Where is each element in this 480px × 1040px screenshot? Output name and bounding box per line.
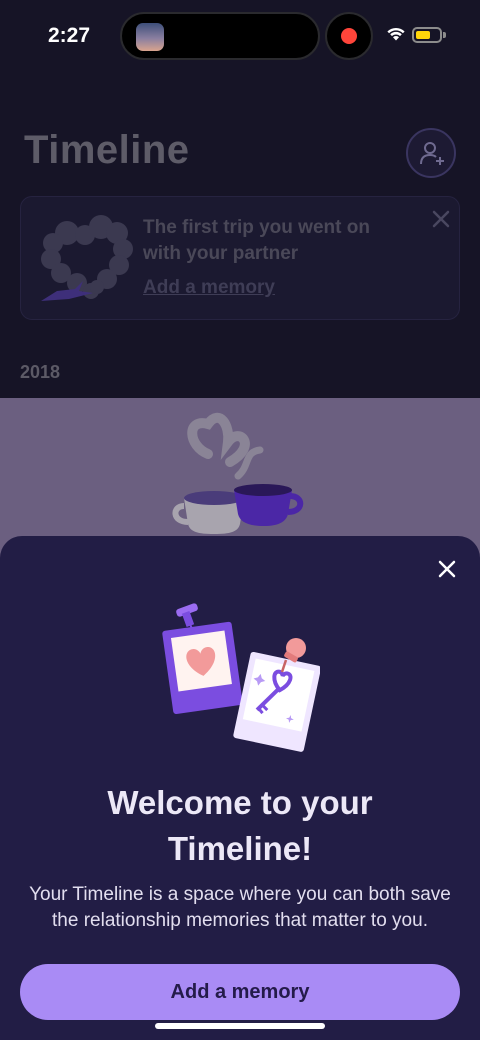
prompt-text: The first trip you went on with your par… xyxy=(143,217,370,264)
coffee-cup-grey xyxy=(172,491,244,534)
heart-smoke-icon xyxy=(41,215,133,301)
polaroid-key-icon xyxy=(233,651,320,752)
sheet-description: Your Timeline is a space where you can b… xyxy=(29,884,451,931)
year-label: 2018 xyxy=(20,362,61,382)
memory-prompt-card[interactable]: The first trip you went on with your par… xyxy=(20,196,460,320)
memory-photo[interactable] xyxy=(0,398,480,558)
screen-record-indicator[interactable] xyxy=(325,12,373,60)
status-time: 2:27 xyxy=(48,24,91,47)
polaroid-heart-icon xyxy=(162,621,243,714)
battery-icon xyxy=(412,27,442,43)
home-indicator[interactable] xyxy=(155,1023,325,1029)
status-bar: 2:27 xyxy=(0,0,480,72)
battery-level xyxy=(416,31,430,39)
add-memory-button[interactable]: Add a memory xyxy=(20,964,460,1020)
wifi-icon xyxy=(387,27,405,41)
sheet-title: Welcome to your Timeline! xyxy=(107,784,373,867)
polaroids-illustration xyxy=(162,603,320,752)
add-memory-link[interactable]: Add a memory xyxy=(143,277,275,299)
page-title: Timeline xyxy=(24,128,190,172)
add-partner-button[interactable] xyxy=(406,128,456,178)
close-icon[interactable] xyxy=(429,207,453,231)
coffee-cups-illustration xyxy=(172,412,304,534)
battery-cap xyxy=(443,32,446,38)
close-icon[interactable] xyxy=(434,556,460,582)
person-plus-icon xyxy=(420,142,444,165)
welcome-sheet: Welcome to your Timeline! Your Timeline … xyxy=(0,536,480,1040)
record-dot-icon xyxy=(341,28,357,44)
coffee-cup-purple xyxy=(234,484,304,526)
dynamic-island[interactable] xyxy=(120,12,320,60)
media-thumbnail-icon xyxy=(136,23,164,51)
